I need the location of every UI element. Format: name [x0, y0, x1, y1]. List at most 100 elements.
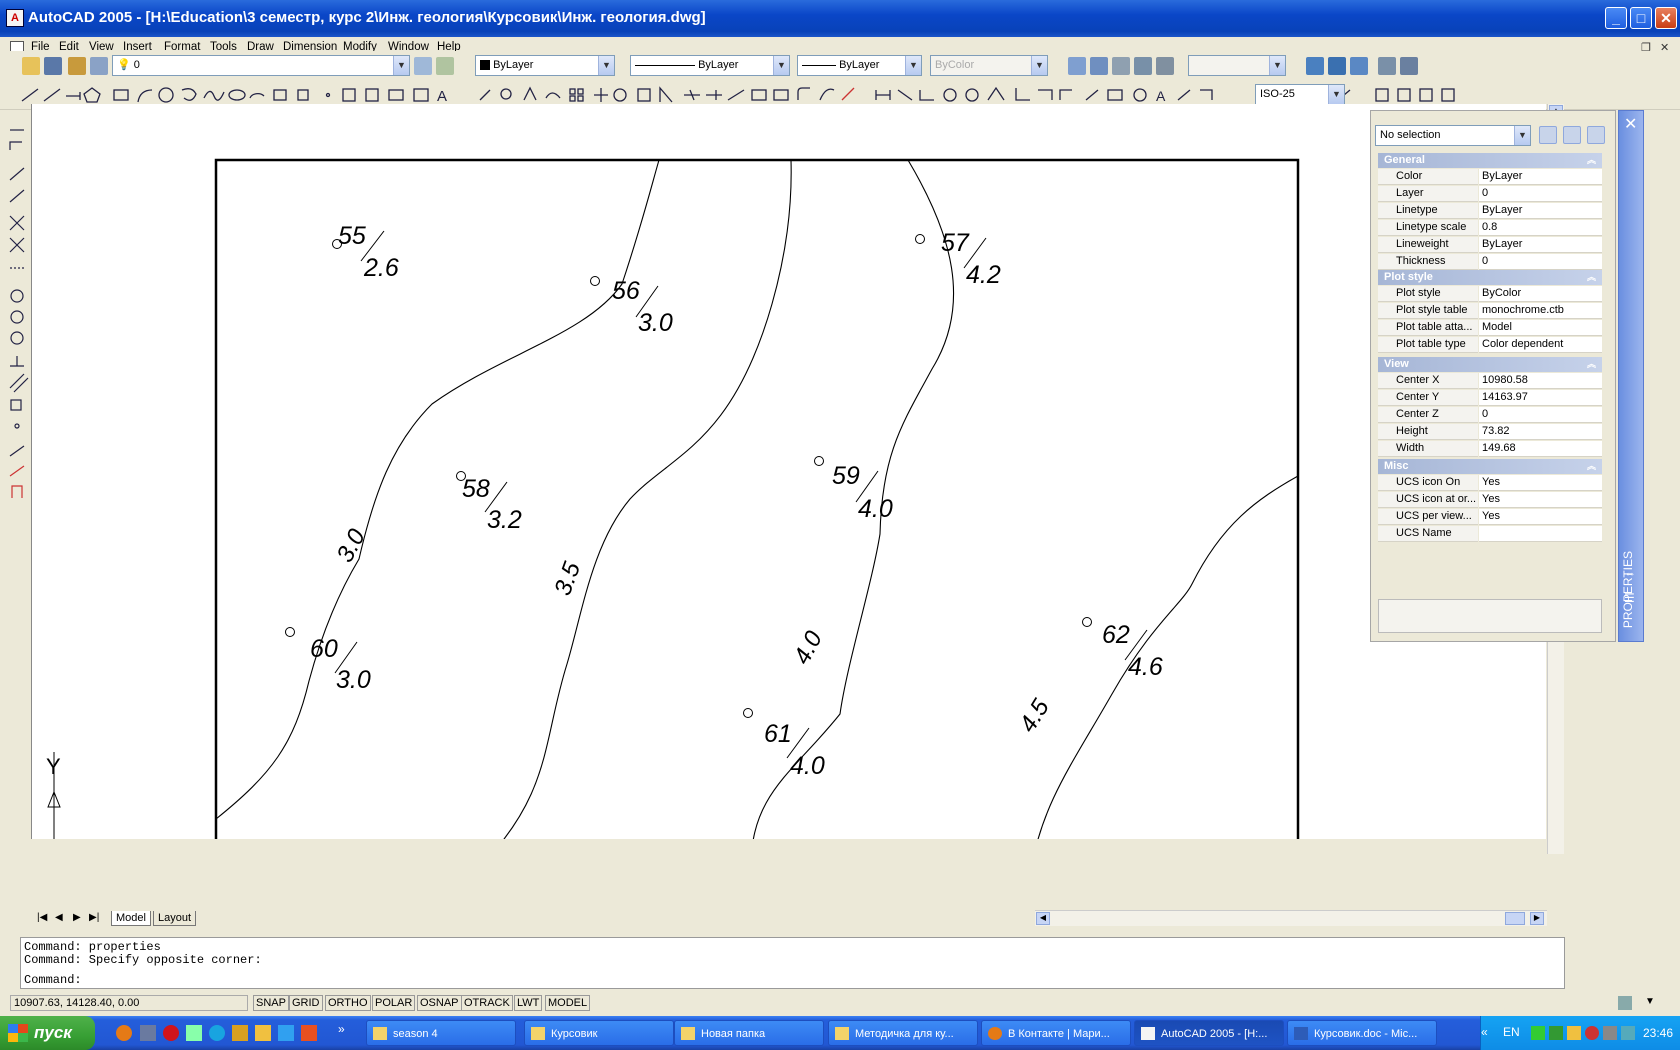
command-prompt[interactable]: Command:	[24, 973, 82, 987]
task-metodichka[interactable]: Методичка для ку...	[828, 1020, 978, 1046]
task-season-4[interactable]: season 4	[366, 1020, 516, 1046]
property-row[interactable]: Linetype ByLayer	[1378, 203, 1602, 219]
select-objects-icon[interactable]	[1563, 126, 1581, 144]
selection-combo[interactable]: No selection ▼	[1375, 125, 1531, 146]
horizontal-scrollbar[interactable]: ◀ ▶	[1035, 910, 1547, 926]
collapse-chevron-icon[interactable]: ︽	[1587, 357, 1596, 372]
quick-select-icon[interactable]	[1587, 126, 1605, 144]
property-value[interactable]: 0	[1479, 254, 1602, 270]
property-row[interactable]: UCS icon On Yes	[1378, 475, 1602, 491]
section-header-view[interactable]: View ︽	[1378, 357, 1602, 372]
section-header-plot-style[interactable]: Plot style ︽	[1378, 270, 1602, 285]
design-center-icon[interactable]	[1328, 57, 1346, 75]
otrack-toggle[interactable]: OTRACK	[461, 995, 513, 1011]
quicklaunch-icon-2[interactable]	[186, 1025, 202, 1041]
section-header-misc[interactable]: Misc ︽	[1378, 459, 1602, 474]
collapse-chevron-icon[interactable]: ︽	[1587, 270, 1596, 285]
property-value[interactable]: Yes	[1479, 475, 1602, 491]
property-value[interactable]: 14163.97	[1479, 390, 1602, 406]
property-value[interactable]: 73.82	[1479, 424, 1602, 440]
scroll-right-icon[interactable]: ▶	[1530, 912, 1544, 925]
scroll-left-icon[interactable]: ◀	[1036, 912, 1050, 925]
quicklaunch-icon-5[interactable]	[278, 1025, 294, 1041]
tab-model[interactable]: Model	[111, 911, 151, 926]
polar-toggle[interactable]: POLAR	[372, 995, 416, 1011]
minimize-button[interactable]: _	[1605, 7, 1627, 29]
dimstyle-combo[interactable]: ISO-25 ▼	[1255, 84, 1345, 105]
collapse-chevron-icon[interactable]: ︽	[1587, 153, 1596, 168]
convert-viewport-icon[interactable]	[1134, 57, 1152, 75]
first-tab-icon[interactable]: |◀	[37, 912, 47, 923]
firefox-icon[interactable]	[116, 1025, 132, 1041]
maximize-button[interactable]: □	[1630, 7, 1652, 29]
property-row[interactable]: Color ByLayer	[1378, 169, 1602, 185]
polygonal-viewport-icon[interactable]	[1112, 57, 1130, 75]
task-kursovik-folder[interactable]: Курсовик	[524, 1020, 674, 1046]
layer-manager-icon[interactable]	[90, 57, 108, 75]
prev-tab-icon[interactable]: ◀	[55, 912, 63, 923]
autohide-icon[interactable]: ⇔	[1624, 566, 1636, 580]
grid-toggle[interactable]: GRID	[289, 995, 323, 1011]
collapse-chevron-icon[interactable]: ︽	[1587, 459, 1596, 474]
save-icon[interactable]	[44, 57, 62, 75]
chevron-down-icon[interactable]: ▼	[1514, 126, 1530, 145]
help-icon[interactable]	[1400, 57, 1418, 75]
task-vkontakte[interactable]: В Контакте | Мари...	[981, 1020, 1131, 1046]
open-icon[interactable]	[22, 57, 40, 75]
lineweight-combo[interactable]: ByLayer ▼	[797, 55, 922, 76]
tab-layout[interactable]: Layout	[153, 911, 197, 926]
layer-previous-icon[interactable]	[436, 57, 454, 75]
property-row[interactable]: Linetype scale 0.8	[1378, 220, 1602, 236]
property-value[interactable]: ByLayer	[1479, 237, 1602, 253]
make-current-layer-icon[interactable]	[414, 57, 432, 75]
property-value[interactable]: 149.68	[1479, 441, 1602, 457]
property-row[interactable]: UCS per view... Yes	[1378, 509, 1602, 525]
close-button[interactable]: ✕	[1655, 7, 1677, 29]
tray-icon-4[interactable]	[1585, 1026, 1599, 1040]
ortho-toggle[interactable]: ORTHO	[325, 995, 371, 1011]
section-header-general[interactable]: General ︽	[1378, 153, 1602, 168]
palette-close-icon[interactable]: ✕	[1624, 114, 1637, 134]
tray-icon-3[interactable]	[1567, 1026, 1581, 1040]
property-row[interactable]: Center Y 14163.97	[1378, 390, 1602, 406]
property-value[interactable]: 0	[1479, 407, 1602, 423]
quicklaunch-more-icon[interactable]: »	[338, 1022, 345, 1036]
skype-icon[interactable]	[209, 1025, 225, 1041]
snap-toggle[interactable]: SNAP	[253, 995, 289, 1011]
task-kursovik-doc[interactable]: Курсовик.doc - Mic...	[1287, 1020, 1437, 1046]
comm-center-icon[interactable]	[1618, 996, 1632, 1010]
tray-icon-1[interactable]	[1531, 1026, 1545, 1040]
property-value[interactable]: monochrome.ctb	[1479, 303, 1602, 319]
lwt-toggle[interactable]: LWT	[514, 995, 543, 1011]
properties-icon[interactable]	[1306, 57, 1324, 75]
property-row[interactable]: Plot table type Color dependent	[1378, 337, 1602, 353]
properties-palette-titlebar[interactable]: ✕ PROPERTIES ⇔ ☰	[1618, 110, 1644, 642]
property-value[interactable]: 0	[1479, 186, 1602, 202]
property-value[interactable]: Yes	[1479, 509, 1602, 525]
viewport-icon[interactable]	[1068, 57, 1086, 75]
chevron-down-icon[interactable]: ▼	[393, 56, 409, 75]
status-menu-icon[interactable]: ▼	[1645, 996, 1655, 1007]
osnap-toggle[interactable]: OSNAP	[417, 995, 462, 1011]
property-row[interactable]: UCS Name	[1378, 526, 1602, 542]
tool-palettes-icon[interactable]	[1350, 57, 1368, 75]
volume-icon[interactable]	[1603, 1026, 1617, 1040]
command-window[interactable]: Command: properties Command: Specify opp…	[20, 937, 1565, 989]
property-value[interactable]: Color dependent	[1479, 337, 1602, 353]
property-value[interactable]: 0.8	[1479, 220, 1602, 236]
clip-viewport-icon[interactable]	[1156, 57, 1174, 75]
property-row[interactable]: Width 149.68	[1378, 441, 1602, 457]
chevron-down-icon[interactable]: ▼	[773, 56, 789, 75]
model-toggle[interactable]: MODEL	[545, 995, 591, 1011]
property-row[interactable]: Height 73.82	[1378, 424, 1602, 440]
property-value[interactable]: ByLayer	[1479, 169, 1602, 185]
property-value[interactable]: ByColor	[1479, 286, 1602, 302]
property-row[interactable]: Lineweight ByLayer	[1378, 237, 1602, 253]
property-row[interactable]: Center Z0	[1378, 407, 1602, 423]
quicklaunch-icon[interactable]	[140, 1025, 156, 1041]
last-tab-icon[interactable]: ▶|	[89, 912, 99, 923]
layer-combo[interactable]: 💡 0 ▼	[112, 55, 410, 76]
linetype-combo[interactable]: ByLayer ▼	[630, 55, 790, 76]
property-value[interactable]: Model	[1479, 320, 1602, 336]
autocad-app-icon[interactable]: A	[6, 9, 24, 27]
